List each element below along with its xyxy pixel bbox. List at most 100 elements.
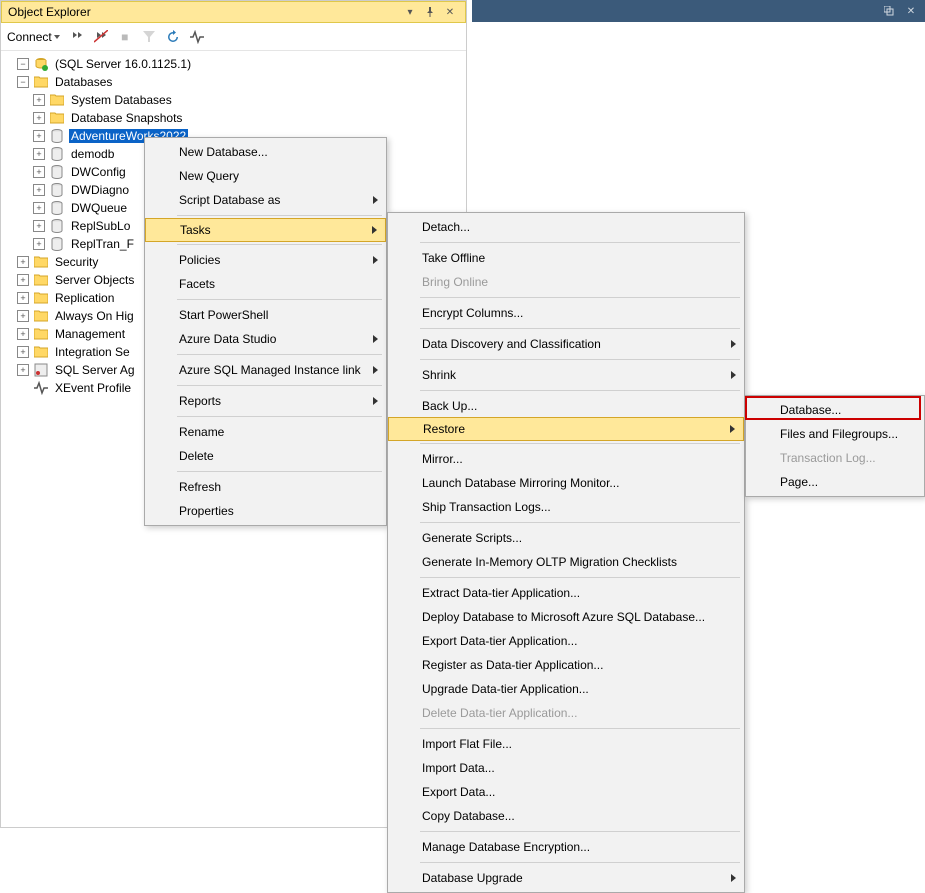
menu-mirror-monitor[interactable]: Launch Database Mirroring Monitor...	[388, 471, 744, 495]
menu-start-powershell[interactable]: Start PowerShell	[145, 303, 386, 327]
menu-reports[interactable]: Reports	[145, 389, 386, 413]
folder-icon	[33, 345, 49, 359]
expander-icon[interactable]: −	[17, 58, 29, 70]
menu-encrypt-columns[interactable]: Encrypt Columns...	[388, 301, 744, 325]
submenu-arrow-icon	[731, 874, 736, 882]
refresh-icon[interactable]	[164, 28, 182, 46]
menu-restore[interactable]: Restore	[388, 417, 744, 441]
menu-deploy-azure[interactable]: Deploy Database to Microsoft Azure SQL D…	[388, 605, 744, 629]
database-icon	[49, 237, 65, 251]
submenu-arrow-icon	[730, 425, 735, 433]
menu-manage-encryption[interactable]: Manage Database Encryption...	[388, 835, 744, 859]
expander-icon[interactable]: +	[33, 94, 45, 106]
expander-icon[interactable]: +	[17, 310, 29, 322]
menu-policies[interactable]: Policies	[145, 248, 386, 272]
menu-export-dta[interactable]: Export Data-tier Application...	[388, 629, 744, 653]
tree-databases[interactable]: −Databases	[1, 73, 466, 91]
menu-upgrade-dta[interactable]: Upgrade Data-tier Application...	[388, 677, 744, 701]
expander-icon[interactable]: +	[33, 148, 45, 160]
menu-refresh[interactable]: Refresh	[145, 475, 386, 499]
menu-separator	[177, 471, 382, 472]
menu-oltp-checklists[interactable]: Generate In-Memory OLTP Migration Checkl…	[388, 550, 744, 574]
tree-root[interactable]: −(SQL Server 16.0.1125.1)	[1, 55, 466, 73]
menu-mirror[interactable]: Mirror...	[388, 447, 744, 471]
expander-icon[interactable]: +	[33, 112, 45, 124]
expander-icon[interactable]: +	[17, 274, 29, 286]
menu-separator	[420, 390, 740, 391]
expander-icon[interactable]: +	[17, 328, 29, 340]
menu-separator	[420, 577, 740, 578]
menu-rename[interactable]: Rename	[145, 420, 386, 444]
expander-icon[interactable]: +	[33, 238, 45, 250]
menu-separator	[177, 385, 382, 386]
menu-detach[interactable]: Detach...	[388, 215, 744, 239]
menu-database-upgrade[interactable]: Database Upgrade	[388, 866, 744, 890]
menu-restore-page[interactable]: Page...	[746, 470, 924, 494]
expander-icon[interactable]: +	[33, 202, 45, 214]
menu-take-offline[interactable]: Take Offline	[388, 246, 744, 270]
menu-export-data[interactable]: Export Data...	[388, 780, 744, 804]
menu-azure-sql-mi-link[interactable]: Azure SQL Managed Instance link	[145, 358, 386, 382]
menu-script-database[interactable]: Script Database as	[145, 188, 386, 212]
expander-icon[interactable]: +	[17, 346, 29, 358]
submenu-arrow-icon	[373, 196, 378, 204]
menu-generate-scripts[interactable]: Generate Scripts...	[388, 526, 744, 550]
pin-icon[interactable]	[421, 3, 439, 21]
menu-import-flat[interactable]: Import Flat File...	[388, 732, 744, 756]
menu-ship-logs[interactable]: Ship Transaction Logs...	[388, 495, 744, 519]
connect-button[interactable]: Connect	[7, 30, 62, 44]
window-pos-icon[interactable]: ▾	[401, 3, 419, 21]
menu-restore-files[interactable]: Files and Filegroups...	[746, 422, 924, 446]
expander-icon[interactable]: +	[33, 166, 45, 178]
menu-import-data[interactable]: Import Data...	[388, 756, 744, 780]
menu-backup[interactable]: Back Up...	[388, 394, 744, 418]
menu-separator	[177, 354, 382, 355]
folder-icon	[49, 93, 65, 107]
menu-extract-dta[interactable]: Extract Data-tier Application...	[388, 581, 744, 605]
menu-new-query[interactable]: New Query	[145, 164, 386, 188]
document-tab-well: ✕	[472, 0, 925, 22]
disconnect-icon[interactable]	[92, 28, 110, 46]
menu-restore-tlog: Transaction Log...	[746, 446, 924, 470]
tree-snapshots[interactable]: +Database Snapshots	[1, 109, 466, 127]
expander-icon[interactable]: +	[33, 220, 45, 232]
menu-register-dta[interactable]: Register as Data-tier Application...	[388, 653, 744, 677]
expander-icon[interactable]: +	[33, 184, 45, 196]
tab-close-icon[interactable]: ✕	[903, 3, 919, 19]
menu-separator	[420, 359, 740, 360]
connect-obj-icon[interactable]	[68, 28, 86, 46]
submenu-arrow-icon	[373, 397, 378, 405]
database-icon	[49, 147, 65, 161]
menu-delete[interactable]: Delete	[145, 444, 386, 468]
folder-icon	[33, 291, 49, 305]
menu-facets[interactable]: Facets	[145, 272, 386, 296]
stop-icon: ■	[116, 28, 134, 46]
submenu-arrow-icon	[731, 340, 736, 348]
menu-separator	[420, 443, 740, 444]
filter-icon	[140, 28, 158, 46]
database-icon	[49, 219, 65, 233]
expander-icon[interactable]: +	[17, 256, 29, 268]
menu-azure-data-studio[interactable]: Azure Data Studio	[145, 327, 386, 351]
expander-icon[interactable]: +	[17, 364, 29, 376]
expander-icon[interactable]: +	[17, 292, 29, 304]
menu-shrink[interactable]: Shrink	[388, 363, 744, 387]
tab-pin-icon[interactable]	[881, 3, 897, 19]
tree-sysdb[interactable]: +System Databases	[1, 91, 466, 109]
database-icon	[49, 129, 65, 143]
expander-icon[interactable]: −	[17, 76, 29, 88]
menu-data-discovery[interactable]: Data Discovery and Classification	[388, 332, 744, 356]
activity-icon[interactable]	[188, 28, 206, 46]
menu-separator	[420, 728, 740, 729]
menu-tasks[interactable]: Tasks	[145, 218, 386, 242]
database-icon	[49, 201, 65, 215]
database-icon	[49, 183, 65, 197]
menu-separator	[420, 242, 740, 243]
menu-new-database[interactable]: New Database...	[145, 140, 386, 164]
menu-properties[interactable]: Properties	[145, 499, 386, 523]
agent-icon	[33, 363, 49, 377]
menu-copy-database[interactable]: Copy Database...	[388, 804, 744, 828]
panel-title: Object Explorer	[8, 5, 399, 19]
close-icon[interactable]: ✕	[441, 3, 459, 21]
expander-icon[interactable]: +	[33, 130, 45, 142]
